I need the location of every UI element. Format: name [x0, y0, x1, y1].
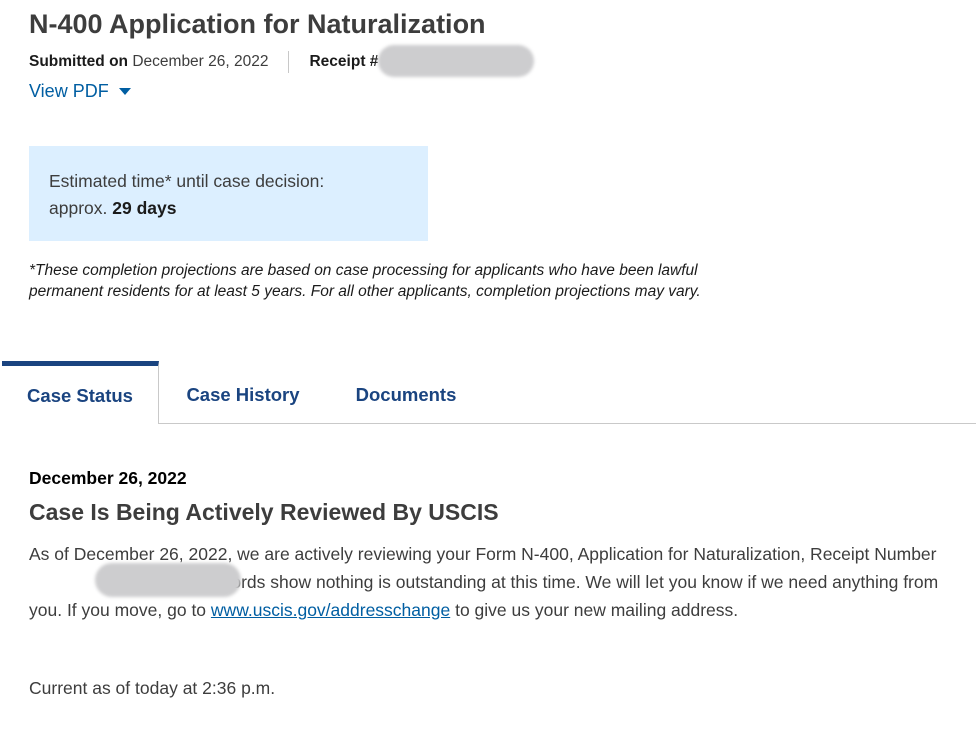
- estimate-value: approx. 29 days: [49, 195, 408, 222]
- estimate-panel: Estimated time* until case decision: app…: [29, 146, 428, 241]
- meta-divider: [288, 51, 290, 73]
- address-change-link[interactable]: www.uscis.gov/addresschange: [211, 600, 450, 620]
- status-body-part3: to give us your new mailing address.: [455, 600, 739, 620]
- current-as-of: Current as of today at 2:36 p.m.: [29, 678, 276, 698]
- tab-case-status[interactable]: Case Status: [2, 361, 159, 424]
- receipt-number-body-redaction: [95, 563, 241, 597]
- view-pdf-button[interactable]: View PDF: [29, 79, 131, 103]
- chevron-down-icon: [118, 87, 131, 95]
- view-pdf-label: View PDF: [29, 80, 109, 101]
- estimate-line: Estimated time* until case decision:: [49, 171, 325, 191]
- page-title: N-400 Application for Naturalization: [29, 9, 486, 39]
- projection-footnote: *These completion projections are based …: [29, 262, 701, 300]
- receipt-label: Receipt #: [309, 53, 379, 70]
- receipt-number-redaction: [378, 45, 534, 77]
- tab-documents[interactable]: Documents: [342, 361, 470, 424]
- status-body-part1: As of December 26, 2022, we are actively…: [29, 544, 937, 564]
- submitted-date: December 26, 2022: [128, 53, 268, 71]
- submission-meta: Submitted on December 26, 2022 Receipt #: [29, 50, 378, 74]
- case-status-page: N-400 Application for Naturalization Sub…: [0, 0, 976, 729]
- submitted-date-value: December 26, 2022: [132, 53, 269, 70]
- case-tabs: Case Status Case History Documents: [0, 361, 976, 424]
- submitted-label: Submitted on: [29, 53, 129, 70]
- status-title: Case Is Being Actively Reviewed By USCIS: [29, 499, 499, 525]
- estimate-approx: approx.: [49, 198, 108, 218]
- tab-case-history[interactable]: Case History: [176, 361, 310, 424]
- status-date: December 26, 2022: [29, 468, 187, 488]
- estimate-days: 29 days: [112, 198, 177, 218]
